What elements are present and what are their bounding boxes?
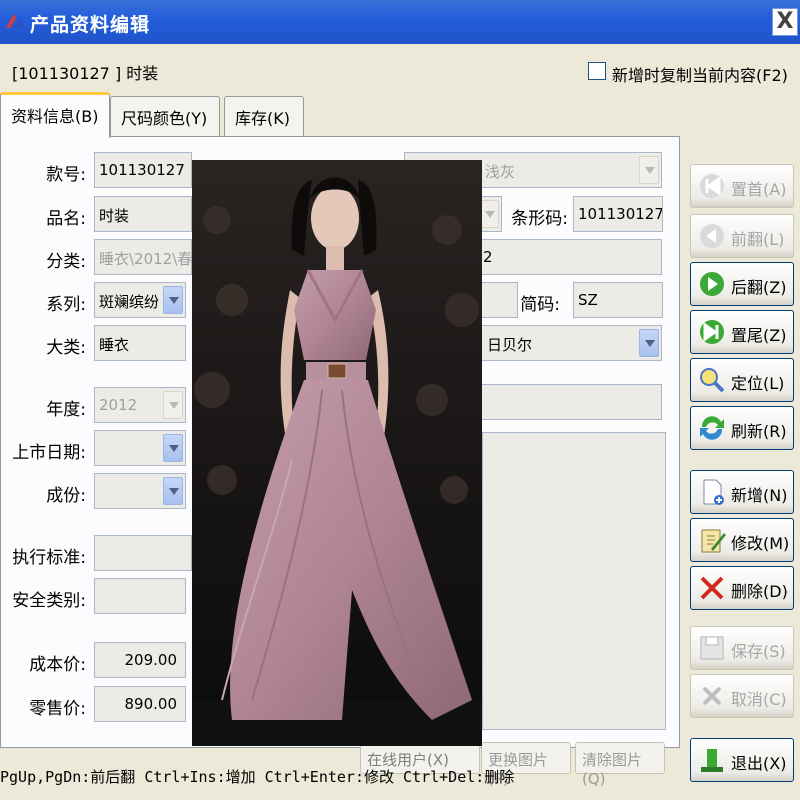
remarks-box[interactable] [482, 432, 666, 730]
edit-label: 修改(M) [731, 534, 790, 553]
record-code-label: [101130127 ] 时装 [12, 64, 159, 83]
name-label: 品名: [46, 209, 86, 229]
launch-date-dropdown-arrow-icon[interactable] [163, 434, 183, 462]
exit-button[interactable]: 退出(X) [690, 738, 794, 782]
locate-button[interactable]: 定位(L) [690, 358, 794, 402]
next-record-icon [700, 272, 724, 296]
refresh-icon [700, 416, 724, 440]
product-photo [192, 160, 482, 746]
tab-stock[interactable]: 库存(K) [224, 96, 304, 136]
category-field[interactable]: 睡衣\2012\春 [94, 239, 192, 275]
exit-icon [701, 749, 723, 772]
brand-value: 日贝尔 [487, 336, 533, 354]
barcode-field[interactable]: 101130127 [573, 196, 663, 232]
short-code-field[interactable]: SZ [573, 282, 663, 318]
prev-record-button[interactable]: 前翻(L) [690, 214, 794, 258]
retail-price-field[interactable]: 890.00 [94, 686, 186, 722]
new-label: 新增(N) [731, 486, 788, 505]
color-dropdown-arrow-icon[interactable] [639, 156, 659, 184]
last-record-button[interactable]: 置尾(Z) [690, 310, 794, 354]
style-no-label: 款号: [46, 165, 86, 185]
major-class-label: 大类: [46, 338, 86, 358]
cancel-label: 取消(C) [731, 690, 787, 709]
color-value: 浅灰 [485, 163, 516, 181]
delete-label: 删除(D) [731, 582, 788, 601]
barcode-label: 条形码: [511, 209, 568, 229]
delete-icon [700, 576, 724, 600]
locate-label: 定位(L) [731, 374, 785, 393]
refresh-label: 刷新(R) [731, 422, 787, 441]
title-bar: 产品资料编辑 X [0, 0, 800, 44]
next-record-label: 后翻(Z) [731, 278, 787, 297]
next-record-button[interactable]: 后翻(Z) [690, 262, 794, 306]
save-icon [700, 636, 724, 660]
launch-date-select[interactable] [94, 430, 186, 466]
app-icon [6, 14, 24, 28]
window-title: 产品资料编辑 [30, 14, 151, 36]
cost-price-field[interactable]: 209.00 [94, 642, 186, 678]
first-record-button[interactable]: 置首(A) [690, 164, 794, 208]
year-label: 年度: [46, 400, 86, 420]
locate-icon [700, 368, 725, 393]
short-code-label: 简码: [520, 295, 560, 315]
last-record-label: 置尾(Z) [731, 326, 787, 345]
series-dropdown-arrow-icon[interactable] [163, 286, 183, 314]
edit-button[interactable]: 修改(M) [690, 518, 794, 562]
year-value: 2012 [99, 396, 138, 414]
refresh-button[interactable]: 刷新(R) [690, 406, 794, 450]
year-select[interactable]: 2012 [94, 387, 186, 423]
major-class-field[interactable]: 睡衣 [94, 325, 186, 361]
series-select[interactable]: 斑斓缤纷 [94, 282, 186, 318]
copy-on-new-checkbox[interactable] [588, 62, 606, 80]
prev-record-label: 前翻(L) [731, 230, 785, 249]
delete-button[interactable]: 删除(D) [690, 566, 794, 610]
series-label: 系列: [46, 295, 86, 315]
save-button[interactable]: 保存(S) [690, 626, 794, 670]
close-button[interactable]: X [772, 8, 798, 36]
safety-class-label: 安全类别: [12, 591, 86, 611]
year-dropdown-arrow-icon[interactable] [163, 391, 183, 419]
shortcut-hint: PgUp,PgDn:前后翻 Ctrl+Ins:增加 Ctrl+Enter:修改 … [0, 768, 515, 786]
prev-record-icon [700, 224, 724, 248]
tab-info[interactable]: 资料信息(B) [0, 92, 110, 138]
standard-label: 执行标准: [12, 548, 86, 568]
cost-price-label: 成本价: [29, 655, 86, 675]
safety-class-field[interactable] [94, 578, 186, 614]
clear-picture-button[interactable]: 清除图片(Q) [575, 742, 665, 788]
new-button[interactable]: 新增(N) [690, 470, 794, 514]
retail-price-label: 零售价: [29, 699, 86, 719]
name-field[interactable]: 时装 [94, 196, 192, 232]
last-record-icon [700, 320, 724, 344]
composition-dropdown-arrow-icon[interactable] [163, 477, 183, 505]
series-value: 斑斓缤纷 [99, 293, 160, 311]
brand-dropdown-arrow-icon[interactable] [639, 329, 659, 357]
copy-on-new-label: 新增时复制当前内容(F2) [612, 66, 788, 85]
cancel-icon [702, 686, 722, 706]
first-record-icon [700, 174, 724, 198]
new-document-icon [703, 479, 724, 505]
composition-label: 成份: [46, 486, 86, 506]
exit-label: 退出(X) [731, 754, 787, 773]
cancel-button[interactable]: 取消(C) [690, 674, 794, 718]
launch-date-label: 上市日期: [12, 443, 86, 463]
save-label: 保存(S) [731, 642, 786, 661]
tab-size-color[interactable]: 尺码颜色(Y) [110, 96, 220, 136]
style-no-field[interactable]: 101130127 [94, 152, 192, 188]
edit-icon [701, 529, 726, 553]
category-label: 分类: [46, 252, 86, 272]
standard-field[interactable] [94, 535, 192, 571]
first-record-label: 置首(A) [731, 180, 787, 199]
composition-select[interactable] [94, 473, 186, 509]
